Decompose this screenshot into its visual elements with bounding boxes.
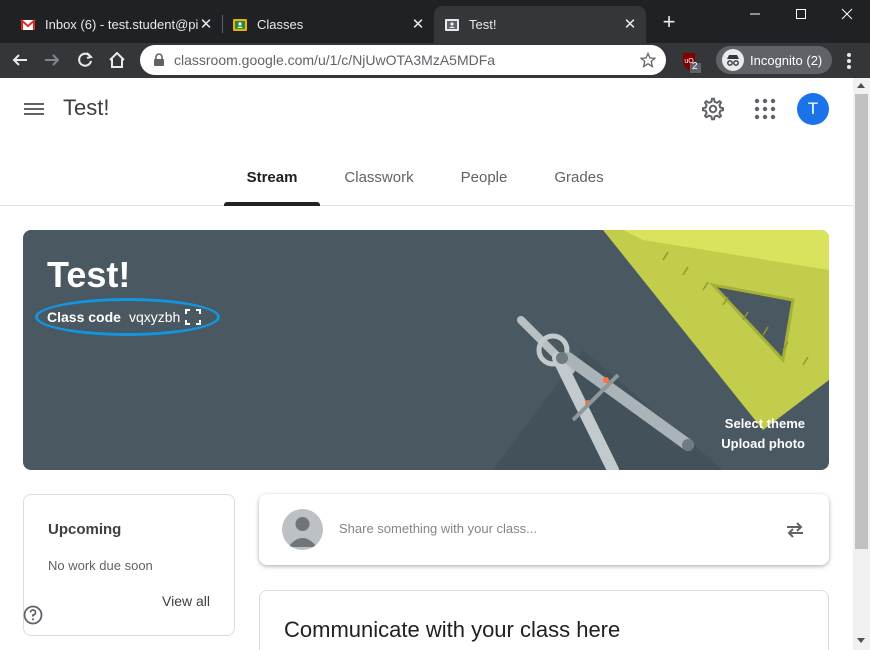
url-text: classroom.google.com/u/1/c/NjUwOTA3MzA5M… bbox=[174, 52, 496, 68]
communicate-card: Communicate with your class here bbox=[259, 590, 829, 650]
menu-icon-bar bbox=[24, 108, 44, 110]
ublock-shield-icon: uO bbox=[683, 53, 701, 73]
address-bar[interactable]: classroom.google.com/u/1/c/NjUwOTA3MzA5M… bbox=[140, 45, 666, 75]
fullscreen-icon[interactable] bbox=[185, 309, 202, 325]
browser-tab-test[interactable]: Test! ✕ bbox=[434, 6, 646, 43]
class-code: Class code vqxyzbh bbox=[47, 309, 202, 325]
close-tab-icon[interactable]: ✕ bbox=[198, 16, 214, 33]
upcoming-status: No work due soon bbox=[48, 558, 153, 573]
menu-icon-bar bbox=[24, 113, 44, 115]
back-button[interactable] bbox=[8, 48, 32, 72]
scrollbar-thumb[interactable] bbox=[855, 94, 868, 549]
repost-icon[interactable] bbox=[783, 518, 807, 542]
tab-label: Grades bbox=[554, 168, 604, 186]
class-title[interactable]: Test! bbox=[63, 95, 109, 121]
forward-arrow-icon bbox=[45, 54, 60, 66]
select-theme-link[interactable]: Select theme bbox=[725, 416, 805, 431]
class-banner: Test! Class code vqxyzbh Select theme Up… bbox=[23, 230, 829, 470]
close-window-button[interactable] bbox=[824, 0, 870, 28]
bookmark-star-icon[interactable] bbox=[640, 52, 656, 68]
banner-class-title: Test! bbox=[47, 254, 131, 295]
close-tab-icon[interactable]: ✕ bbox=[622, 16, 638, 33]
browser-tab-title: Classes bbox=[257, 17, 304, 32]
ublock-extension-icon[interactable]: uO 2 bbox=[680, 51, 702, 73]
upload-photo-link[interactable]: Upload photo bbox=[721, 436, 805, 451]
reload-icon bbox=[78, 52, 93, 67]
communicate-heading: Communicate with your class here bbox=[284, 617, 621, 642]
browser-toolbar: classroom.google.com/u/1/c/NjUwOTA3MzA5M… bbox=[0, 43, 870, 78]
gear-icon[interactable] bbox=[701, 97, 725, 121]
main-menu-button[interactable] bbox=[24, 100, 46, 118]
classroom-icon bbox=[233, 18, 247, 31]
incognito-label: Incognito (2) bbox=[750, 52, 823, 68]
minimize-icon bbox=[750, 13, 760, 15]
share-with-class-box[interactable]: Share something with your class... bbox=[259, 494, 829, 565]
more-vert-icon bbox=[847, 53, 851, 69]
gmail-icon bbox=[20, 18, 36, 30]
close-icon bbox=[841, 8, 853, 20]
user-avatar bbox=[282, 509, 323, 550]
tab-classwork[interactable]: Classwork bbox=[330, 148, 428, 206]
new-tab-button[interactable]: + bbox=[659, 11, 679, 33]
reload-button[interactable] bbox=[73, 48, 97, 72]
close-tab-icon[interactable]: ✕ bbox=[410, 16, 426, 33]
incognito-icon bbox=[722, 49, 744, 71]
lock-icon bbox=[154, 53, 164, 66]
home-icon bbox=[109, 51, 125, 68]
help-icon[interactable] bbox=[23, 605, 43, 625]
browser-tab-classes[interactable]: Classes ✕ bbox=[222, 6, 434, 43]
browser-menu-button[interactable] bbox=[840, 50, 858, 72]
browser-tab-inbox[interactable]: Inbox (6) - test.student@pin ✕ bbox=[10, 6, 222, 43]
tab-label: Classwork bbox=[344, 168, 414, 186]
active-tab-indicator bbox=[224, 202, 320, 206]
maximize-button[interactable] bbox=[778, 0, 824, 28]
tab-grades[interactable]: Grades bbox=[540, 148, 618, 206]
incognito-button[interactable]: Incognito (2) bbox=[716, 46, 833, 74]
class-code-label: Class code bbox=[47, 309, 121, 325]
view-all-link[interactable]: View all bbox=[162, 593, 210, 609]
tab-stream[interactable]: Stream bbox=[224, 148, 320, 206]
menu-icon-bar bbox=[24, 103, 44, 105]
maximize-icon bbox=[796, 9, 806, 19]
page-scrollbar[interactable] bbox=[853, 78, 870, 650]
browser-tab-title: Test! bbox=[469, 17, 497, 32]
back-arrow-icon bbox=[12, 54, 27, 66]
forward-button[interactable] bbox=[40, 48, 64, 72]
account-avatar[interactable]: T bbox=[797, 93, 829, 125]
person-icon bbox=[288, 517, 317, 547]
minimize-button[interactable] bbox=[732, 0, 778, 28]
home-button[interactable] bbox=[105, 48, 129, 72]
browser-tab-title: Inbox (6) - test.student@pin bbox=[45, 17, 198, 32]
upcoming-card: Upcoming No work due soon View all bbox=[23, 494, 235, 636]
scroll-up-arrow[interactable] bbox=[857, 83, 865, 88]
geometry-theme-illustration bbox=[493, 230, 829, 470]
upcoming-heading: Upcoming bbox=[48, 521, 122, 538]
tab-people[interactable]: People bbox=[446, 148, 522, 206]
tab-label: Stream bbox=[246, 168, 298, 186]
tab-label: People bbox=[460, 168, 508, 186]
browser-tab-strip: Inbox (6) - test.student@pin ✕ Classes ✕… bbox=[0, 0, 870, 43]
class-code-value: vqxyzbh bbox=[128, 309, 181, 325]
app-header: Test! T Stream Classwork People Grades bbox=[0, 78, 853, 206]
share-placeholder: Share something with your class... bbox=[339, 521, 537, 536]
google-apps-icon[interactable] bbox=[754, 98, 776, 120]
scroll-down-arrow[interactable] bbox=[857, 638, 865, 643]
classroom-icon bbox=[445, 18, 459, 31]
extension-badge: 2 bbox=[692, 61, 698, 72]
classroom-page: Test! T Stream Classwork People Grades T… bbox=[0, 78, 853, 650]
